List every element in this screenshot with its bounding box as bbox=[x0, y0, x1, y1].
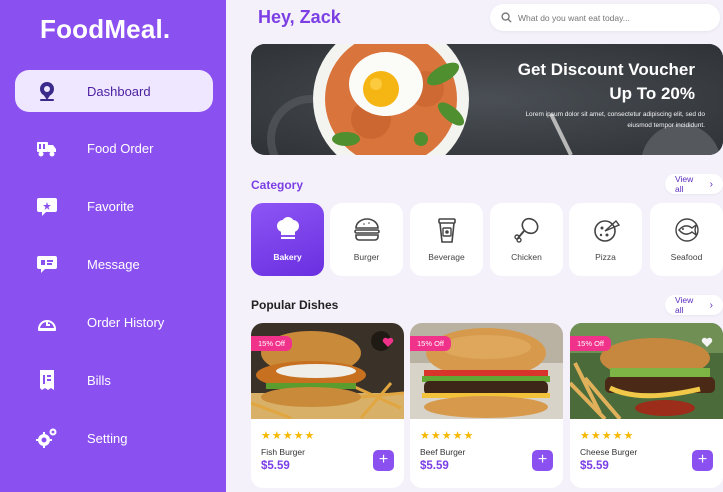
chef-hat-icon bbox=[274, 215, 302, 245]
brand-logo: FoodMeal. bbox=[40, 14, 171, 44]
category-pizza[interactable]: Pizza bbox=[569, 203, 642, 276]
order-history-icon bbox=[33, 310, 61, 334]
pizza-icon bbox=[592, 215, 620, 245]
sidebar-item-order-history[interactable]: Order History bbox=[15, 301, 213, 343]
dish-name: Fish Burger bbox=[261, 447, 305, 457]
sidebar-item-label: Setting bbox=[87, 430, 128, 446]
sidebar-item-label: Bills bbox=[87, 372, 111, 388]
food-delivery-icon bbox=[33, 136, 61, 160]
sidebar-item-food-order[interactable]: Food Order bbox=[15, 127, 213, 169]
dish-price: $5.59 bbox=[420, 460, 449, 472]
greeting-title: Hey, Zack bbox=[258, 7, 341, 27]
heart-icon[interactable] bbox=[701, 335, 713, 353]
chevron-right-icon: › bbox=[709, 299, 713, 311]
category-label: Bakery bbox=[273, 252, 302, 262]
burger-icon bbox=[353, 215, 381, 245]
add-to-cart-button[interactable]: + bbox=[532, 450, 553, 471]
dish-price: $5.59 bbox=[580, 460, 609, 472]
sidebar-item-favorite[interactable]: Favorite bbox=[15, 185, 213, 227]
gear-icon bbox=[33, 426, 61, 450]
rating-stars: ★★★★★ bbox=[580, 430, 635, 442]
category-label: Chicken bbox=[511, 252, 542, 262]
banner-text: Get Discount Voucher Up To 20% Lorem ips… bbox=[505, 58, 705, 131]
rating-stars: ★★★★★ bbox=[261, 430, 316, 442]
dish-photo: 15% Off bbox=[251, 323, 404, 419]
dish-photo: 15% Off bbox=[570, 323, 723, 419]
heart-icon[interactable] bbox=[382, 335, 394, 353]
category-label: Seafood bbox=[670, 252, 703, 262]
category-seafood[interactable]: Seafood bbox=[650, 203, 723, 276]
add-to-cart-button[interactable]: + bbox=[373, 450, 394, 471]
sidebar-item-dashboard[interactable]: Dashboard bbox=[15, 70, 213, 112]
message-icon bbox=[33, 252, 61, 276]
sidebar-item-label: Dashboard bbox=[87, 83, 151, 99]
dish-name: Beef Burger bbox=[420, 447, 466, 457]
category-burger[interactable]: Burger bbox=[330, 203, 403, 276]
sidebar-item-label: Food Order bbox=[87, 140, 154, 156]
discount-banner[interactable]: Get Discount Voucher Up To 20% Lorem ips… bbox=[251, 44, 723, 155]
sidebar-item-label: Order History bbox=[87, 314, 165, 330]
sidebar-item-label: Message bbox=[87, 256, 140, 272]
category-beverage[interactable]: Beverage bbox=[410, 203, 483, 276]
category-label: Beverage bbox=[428, 252, 465, 262]
popular-dishes-title: Popular Dishes bbox=[251, 298, 339, 312]
beverage-cup-icon bbox=[435, 215, 459, 245]
category-label: Burger bbox=[353, 252, 380, 262]
search-bar[interactable] bbox=[490, 4, 720, 31]
search-icon bbox=[501, 12, 512, 23]
search-input[interactable] bbox=[518, 12, 698, 23]
sidebar-item-setting[interactable]: Setting bbox=[15, 417, 213, 459]
category-chicken[interactable]: Chicken bbox=[490, 203, 563, 276]
popular-view-all-button[interactable]: View all › bbox=[665, 295, 723, 315]
bills-icon bbox=[33, 368, 61, 392]
dish-card-cheese-burger[interactable]: 15% Off ★★★★★ Cheese Burger $5.59 + bbox=[570, 323, 723, 488]
sidebar-item-label: Favorite bbox=[87, 198, 134, 214]
view-all-label: View all bbox=[675, 174, 694, 194]
add-to-cart-button[interactable]: + bbox=[692, 450, 713, 471]
discount-badge: 15% Off bbox=[410, 336, 451, 351]
discount-badge: 15% Off bbox=[251, 336, 292, 351]
banner-subtitle: Lorem ipsum dolor sit amet, consectetur … bbox=[525, 111, 705, 129]
dashboard-pin-icon bbox=[33, 79, 61, 103]
fish-icon bbox=[673, 215, 701, 245]
sidebar-item-message[interactable]: Message bbox=[15, 243, 213, 285]
category-title: Category bbox=[251, 178, 304, 192]
dish-name: Cheese Burger bbox=[580, 447, 638, 457]
discount-badge: 15% Off bbox=[570, 336, 611, 351]
category-view-all-button[interactable]: View all › bbox=[665, 174, 723, 194]
view-all-label: View all bbox=[675, 295, 694, 315]
sidebar: FoodMeal. Dashboard Food Order Favorite … bbox=[0, 0, 226, 492]
chevron-right-icon: › bbox=[709, 178, 713, 190]
dish-card-fish-burger[interactable]: 15% Off ★★★★★ Fish Burger $5.59 + bbox=[251, 323, 404, 488]
chicken-leg-icon bbox=[513, 215, 541, 245]
favorite-star-icon bbox=[33, 194, 61, 218]
dish-card-beef-burger[interactable]: 15% Off ★★★★★ Beef Burger $5.59 + bbox=[410, 323, 563, 488]
banner-title: Get Discount Voucher Up To 20% bbox=[517, 60, 695, 103]
dish-price: $5.59 bbox=[261, 460, 290, 472]
dish-photo: 15% Off bbox=[410, 323, 563, 419]
category-bakery[interactable]: Bakery bbox=[251, 203, 324, 276]
sidebar-item-bills[interactable]: Bills bbox=[15, 359, 213, 401]
category-label: Pizza bbox=[595, 252, 616, 262]
rating-stars: ★★★★★ bbox=[420, 430, 475, 442]
